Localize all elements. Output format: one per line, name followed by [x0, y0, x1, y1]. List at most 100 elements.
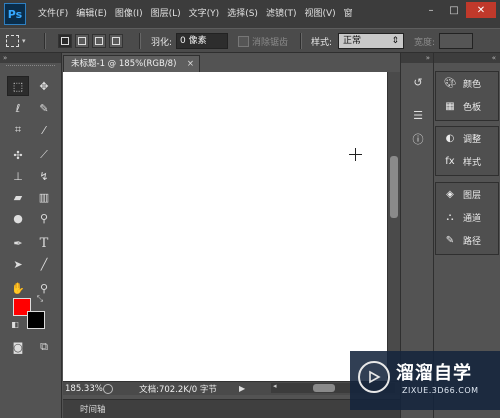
quick-selection-icon: ✎ — [39, 101, 49, 115]
timeline-label: 时间轴 — [80, 405, 106, 415]
hand-tool[interactable]: ✋ — [7, 278, 29, 298]
menu-window[interactable]: 窗 — [340, 4, 357, 24]
close-button[interactable]: ✕ — [466, 2, 496, 18]
channels-icon: ⛬ — [446, 212, 454, 223]
width-input[interactable] — [439, 33, 474, 49]
path-selection-tool[interactable]: ➤ — [7, 254, 29, 274]
lasso-tool[interactable]: ℓ — [7, 98, 29, 118]
layers-panel-label: 图层 — [463, 191, 482, 201]
swap-colors-button[interactable]: ⤡ — [34, 293, 46, 305]
new-selection-button[interactable] — [58, 34, 72, 48]
history-icon: ↺ — [413, 75, 423, 89]
menu-layer[interactable]: 图层(L) — [147, 4, 185, 24]
quick-selection-tool[interactable]: ✎ — [33, 98, 55, 118]
zoom-level[interactable]: 185.33% — [63, 384, 103, 394]
toolbox-collapse[interactable]: » — [0, 53, 61, 63]
brush-icon: ⟋ — [40, 148, 48, 161]
history-panel-button[interactable]: ↺ — [408, 73, 428, 91]
menu-type[interactable]: 文字(Y) — [185, 4, 224, 24]
menu-select[interactable]: 选择(S) — [223, 4, 262, 24]
type-tool[interactable]: T — [33, 233, 55, 253]
styles-panel-tab[interactable]: fx 样式 — [436, 150, 498, 173]
eyedropper-tool[interactable]: ⁄ — [33, 120, 55, 140]
info-panel-button[interactable]: ⓘ — [408, 130, 428, 148]
divider — [139, 33, 141, 49]
quick-mask-button[interactable]: ◙ — [7, 337, 29, 357]
type-icon: T — [39, 235, 49, 251]
document-size-info: 文档:702.2K/0 字节 — [139, 384, 217, 395]
screen-mode-button[interactable]: ⧉ — [33, 337, 55, 357]
history-brush-tool[interactable]: ↯ — [33, 166, 55, 186]
scroll-left-icon[interactable]: ◂ — [273, 382, 277, 390]
paths-panel-tab[interactable]: ✎ 路径 — [436, 229, 498, 252]
menu-edit[interactable]: 编辑(E) — [72, 4, 111, 24]
add-selection-icon — [78, 37, 86, 45]
add-selection-button[interactable] — [75, 34, 89, 48]
pen-tool[interactable]: ✒ — [7, 233, 29, 253]
intersect-selection-button[interactable] — [109, 34, 123, 48]
menu-image[interactable]: 图像(I) — [111, 4, 147, 24]
styles-icon: fx — [445, 156, 455, 167]
close-tab-icon[interactable]: × — [187, 56, 194, 72]
options-bar: ▾ 羽化: 0 像素 消除锯齿 样式: 正常 ⇕ 宽度: — [0, 28, 500, 53]
blur-tool[interactable]: ● — [7, 208, 29, 228]
style-select[interactable]: 正常 ⇕ — [338, 33, 405, 49]
menu-bar: Ps 文件(F) 编辑(E) 图像(I) 图层(L) 文字(Y) 选择(S) 滤… — [0, 0, 500, 28]
vertical-scrollbar[interactable] — [387, 72, 400, 381]
subtract-selection-button[interactable] — [92, 34, 106, 48]
default-colors-button[interactable]: ◧ — [9, 318, 21, 330]
healing-tool[interactable]: ✣ — [7, 145, 29, 165]
menu-view[interactable]: 视图(V) — [300, 4, 339, 24]
properties-panel-button[interactable]: ☰ — [408, 106, 428, 124]
status-info-icon[interactable] — [103, 383, 113, 394]
line-tool[interactable]: ╱ — [33, 254, 55, 274]
menu-file[interactable]: 文件(F) — [34, 4, 72, 24]
gradient-tool[interactable]: ▥ — [33, 187, 55, 207]
layers-panel-tab[interactable]: ◈ 图层 — [436, 183, 498, 206]
feather-input[interactable]: 0 像素 — [176, 33, 229, 49]
document-tab[interactable]: 未标题-1 @ 185%(RGB/8) × — [63, 55, 200, 72]
menu-filter[interactable]: 滤镜(T) — [262, 4, 301, 24]
gradient-icon: ▥ — [38, 190, 50, 204]
channels-panel-tab[interactable]: ⛬ 通道 — [436, 206, 498, 229]
move-tool[interactable]: ✥ — [33, 76, 55, 96]
tool-preset-picker[interactable]: ▾ — [6, 33, 36, 49]
rect-marquee-tool[interactable]: ⬚ — [7, 76, 29, 96]
brush-tool[interactable]: ⟋ — [33, 145, 55, 165]
watermark-url: ZIXUE.3D66.COM — [402, 386, 479, 395]
healing-icon: ✣ — [13, 148, 23, 162]
photoshop-window: Ps 文件(F) 编辑(E) 图像(I) 图层(L) 文字(Y) 选择(S) 滤… — [0, 0, 500, 418]
antialias-group: 消除锯齿 — [238, 33, 288, 49]
swatches-panel-tab[interactable]: ▦ 色板 — [436, 95, 498, 118]
restore-button[interactable]: □ — [443, 2, 465, 18]
status-menu-arrow-icon[interactable]: ▶ — [239, 384, 245, 393]
info-icon: ⓘ — [412, 133, 424, 146]
antialias-checkbox[interactable] — [238, 35, 249, 47]
channels-panel-label: 通道 — [463, 214, 482, 224]
rpanel-collapse[interactable]: « — [434, 53, 500, 63]
clone-stamp-tool[interactable]: ⊥ — [7, 166, 29, 186]
toolbox-grip[interactable] — [6, 65, 55, 71]
dodge-tool[interactable]: ⚲ — [33, 208, 55, 228]
eraser-tool[interactable]: ▰ — [7, 187, 29, 207]
iconcol-collapse[interactable]: » — [401, 53, 433, 63]
background-color-swatch[interactable] — [27, 311, 45, 329]
crop-tool[interactable]: ⌗ — [7, 120, 29, 140]
document-tab-title: 未标题-1 @ 185%(RGB/8) — [71, 59, 177, 69]
intersect-selection-icon — [112, 37, 120, 45]
color-panel-tab[interactable]: 🎨︎ 颜色 — [436, 72, 498, 95]
horizontal-scroll-thumb[interactable] — [313, 384, 335, 392]
stamp-icon: ⊥ — [13, 169, 23, 183]
watermark-title: 溜溜自学 — [396, 363, 472, 384]
vertical-scroll-thumb[interactable] — [390, 156, 398, 218]
hand-icon: ✋ — [11, 281, 25, 295]
canvas[interactable] — [63, 72, 387, 381]
toolbox: » ⬚ ✥ ℓ ✎ ⌗ ⁄ ✣ ⟋ ⊥ ↯ ▰ ▥ ● ⚲ ✒ T ➤ ╱ ✋ … — [0, 53, 62, 418]
layers-stack-icon: ◈ — [446, 189, 454, 200]
lasso-icon: ℓ — [15, 101, 21, 115]
properties-icon: ☰ — [413, 108, 423, 122]
rect-marquee-icon: ⬚ — [12, 79, 24, 93]
adjustments-panel-tab[interactable]: ◐ 调整 — [436, 127, 498, 150]
swatches-panel-label: 色板 — [463, 103, 482, 113]
minimize-button[interactable]: – — [420, 2, 442, 18]
